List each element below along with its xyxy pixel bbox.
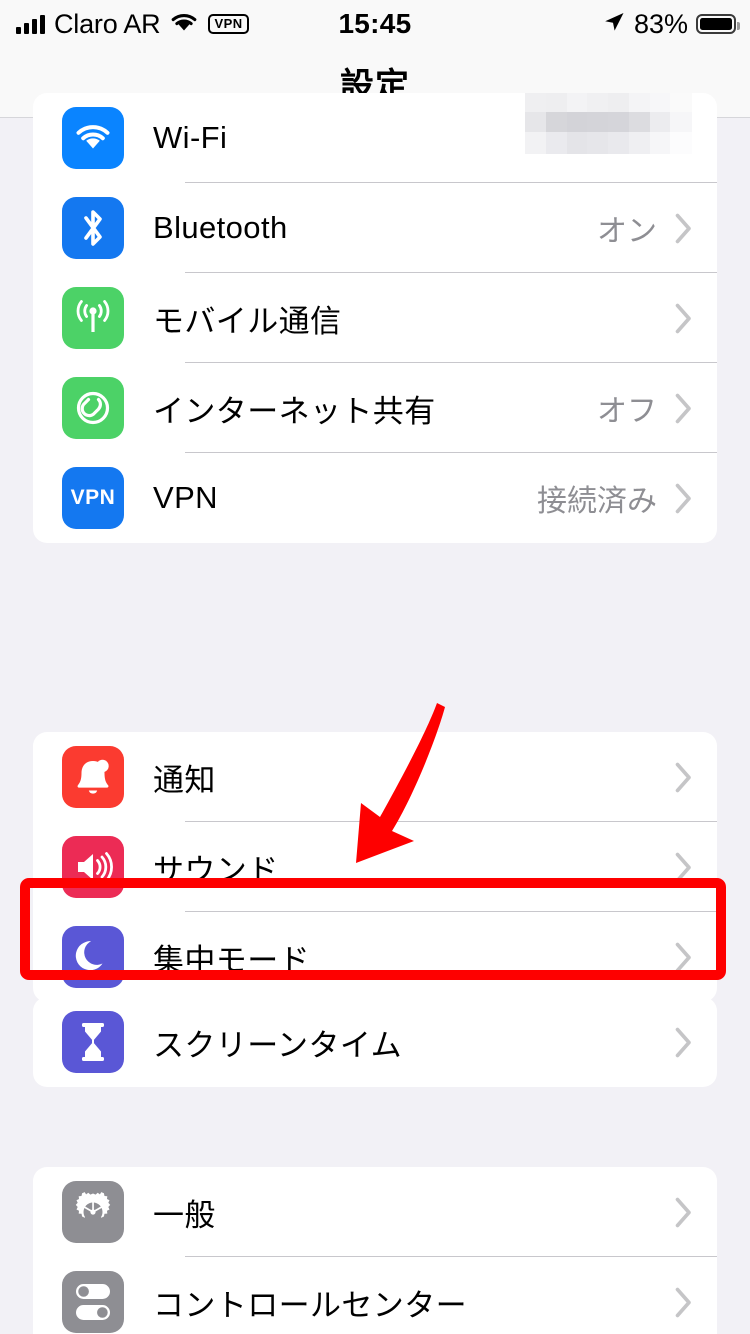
status-bar-right: 83% [602,8,740,40]
settings-group-connectivity: Wi-Fi Bluetooth オンモバイル通信インターネット共有 オフ VPN VPN 接… [33,93,717,543]
chevron-right-icon [675,1287,693,1318]
chevron-right-icon [675,1197,693,1228]
chevron-right-icon [675,483,693,514]
settings-list[interactable]: Wi-Fi Bluetooth オンモバイル通信インターネット共有 オフ VPN VPN 接… [0,93,750,1334]
settings-row-system-1[interactable]: コントロールセンター [33,1257,717,1334]
settings-row-screen-time-0[interactable]: スクリーンタイム [33,997,717,1087]
location-arrow-icon [602,10,626,39]
row-value: オフ [597,395,657,428]
settings-row-connectivity-2[interactable]: モバイル通信 [33,273,717,363]
row-label: モバイル通信 [153,303,342,339]
redacted-value-blur [525,93,692,154]
row-label: 一般 [153,1197,216,1233]
settings-row-connectivity-3[interactable]: インターネット共有 オフ [33,363,717,453]
row-value: 接続済み [537,485,657,518]
settings-screen: Claro AR VPN 15:45 83% 設定 Wi-Fi Bluetoot… [0,0,750,1334]
speaker-icon [62,836,124,898]
cellular-antenna-icon [62,287,124,349]
row-label: Bluetooth [153,210,288,245]
hourglass-icon [62,1011,124,1073]
chevron-right-icon [675,213,693,244]
settings-group-system: 一般コントロールセンターAA画面表示と明るさ [33,1167,717,1334]
settings-row-connectivity-0[interactable]: Wi-Fi [33,93,717,183]
wifi-icon [62,107,124,169]
chevron-right-icon [675,1027,693,1058]
row-label: 集中モード [153,942,310,978]
settings-row-alerts-2[interactable]: 集中モード [33,912,717,1002]
chevron-right-icon [675,762,693,793]
row-label: スクリーンタイム [153,1027,403,1063]
settings-row-alerts-1[interactable]: サウンド [33,822,717,912]
row-label: インターネット共有 [153,393,436,429]
battery-percent-label: 83% [633,8,688,39]
vpn-icon: VPN [62,467,124,529]
settings-row-connectivity-1[interactable]: Bluetooth オン [33,183,717,273]
bell-icon [62,746,124,808]
bluetooth-icon [62,197,124,259]
settings-group-alerts: 通知サウンド集中モード [33,732,717,1002]
chevron-right-icon [675,393,693,424]
chevron-right-icon [675,303,693,334]
settings-row-alerts-0[interactable]: 通知 [33,732,717,822]
row-label: コントロールセンター [153,1287,467,1323]
settings-group-screen-time: スクリーンタイム [33,997,717,1087]
moon-icon [62,926,124,988]
settings-row-connectivity-4[interactable]: VPN VPN 接続済み [33,453,717,543]
control-toggles-icon [62,1271,124,1333]
row-label: 通知 [153,762,216,798]
row-label: サウンド [153,852,279,888]
chevron-right-icon [675,942,693,973]
status-bar: Claro AR VPN 15:45 83% [0,0,750,48]
settings-row-system-0[interactable]: 一般 [33,1167,717,1257]
chevron-right-icon [675,852,693,883]
hotspot-link-icon [62,377,124,439]
row-value: オン [597,215,657,248]
battery-icon [696,14,740,34]
row-label: VPN [153,480,218,515]
gear-icon [62,1181,124,1243]
